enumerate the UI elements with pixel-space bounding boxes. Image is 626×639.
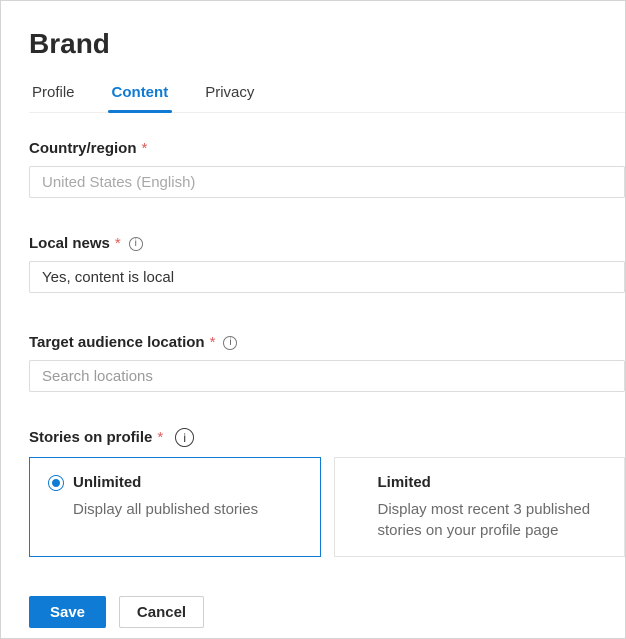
radio-selected-icon[interactable]	[48, 475, 64, 491]
target-audience-field: Target audience location * i	[29, 334, 625, 392]
info-circle-icon[interactable]: i	[175, 428, 194, 447]
brand-settings-panel: Brand Profile Content Privacy Country/re…	[1, 28, 625, 628]
local-news-label: Local news	[29, 235, 110, 252]
local-news-input[interactable]	[29, 261, 625, 293]
page-title: Brand	[29, 28, 625, 60]
info-circle-icon[interactable]: i	[223, 336, 237, 350]
local-news-field: Local news * i	[29, 235, 625, 293]
target-audience-label: Target audience location	[29, 334, 205, 351]
required-asterisk: *	[157, 429, 163, 446]
tab-profile[interactable]: Profile	[29, 84, 78, 112]
tab-bar: Profile Content Privacy	[29, 84, 625, 113]
stories-on-profile-field: Stories on profile * i	[29, 428, 625, 447]
country-region-field: Country/region *	[29, 140, 625, 198]
option-title: Limited	[378, 474, 598, 492]
country-region-input[interactable]	[29, 166, 625, 198]
stories-option-cards: Unlimited Display all published stories …	[29, 457, 625, 557]
stories-on-profile-label: Stories on profile	[29, 429, 152, 446]
stories-option-unlimited[interactable]: Unlimited Display all published stories	[29, 457, 321, 557]
stories-option-limited[interactable]: Limited Display most recent 3 published …	[334, 457, 626, 557]
tab-content[interactable]: Content	[109, 84, 172, 112]
option-title: Unlimited	[73, 474, 258, 492]
option-description: Display all published stories	[73, 499, 258, 520]
cancel-button[interactable]: Cancel	[119, 596, 204, 628]
required-asterisk: *	[210, 334, 216, 351]
form-actions: Save Cancel	[29, 596, 625, 628]
save-button[interactable]: Save	[29, 596, 106, 628]
required-asterisk: *	[115, 235, 121, 252]
target-audience-search-input[interactable]	[29, 360, 625, 392]
required-asterisk: *	[142, 140, 148, 157]
info-circle-icon[interactable]: i	[129, 237, 143, 251]
option-description: Display most recent 3 published stories …	[378, 499, 598, 541]
tab-privacy[interactable]: Privacy	[202, 84, 257, 112]
country-region-label: Country/region	[29, 140, 137, 157]
